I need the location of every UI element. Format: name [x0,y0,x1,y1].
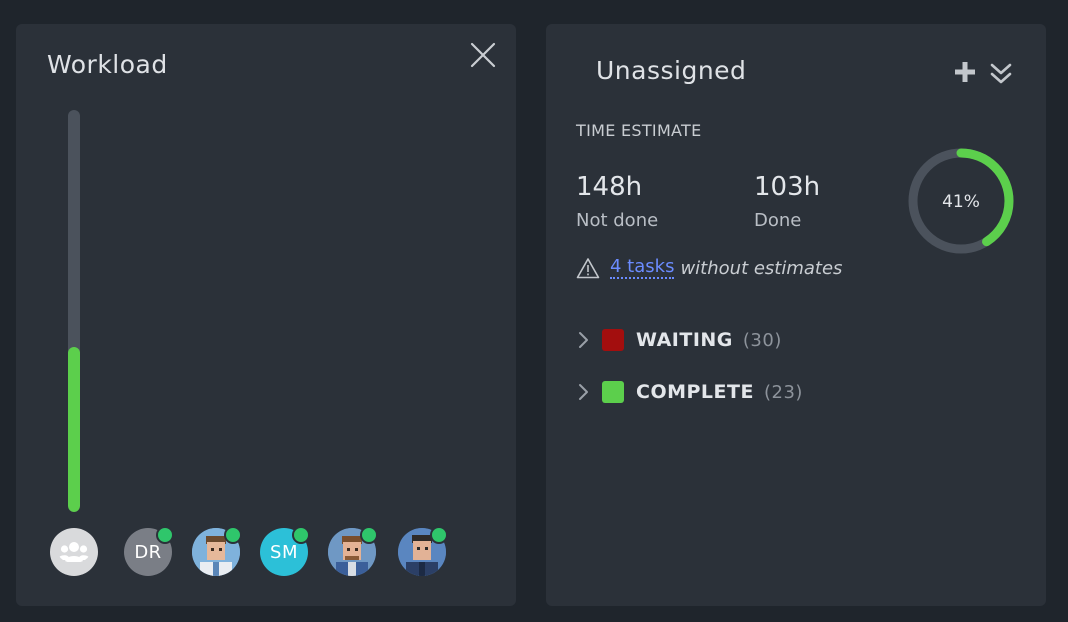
online-indicator [156,526,174,544]
workload-bar [68,110,80,512]
progress-percent-label: 41% [942,192,980,212]
online-indicator [224,526,242,544]
chevron-right-icon [579,332,588,348]
warning-suffix: without estimates [680,257,843,279]
not-done-label: Not done [576,210,659,231]
status-name: COMPLETE [636,381,754,403]
avatar-initials: SM [270,541,298,563]
user-avatar-photo[interactable] [328,526,378,576]
status-count: (23) [763,381,803,403]
done-label: Done [754,210,802,231]
online-indicator [360,526,378,544]
avatar-initials: DR [134,541,162,563]
user-avatar-photo[interactable] [192,526,242,576]
status-count: (30) [742,329,782,351]
not-done-value: 148h [576,172,643,202]
chevron-right-icon [579,384,588,400]
close-icon [470,42,496,68]
unassigned-title: Unassigned [596,56,747,85]
status-name: WAITING [636,329,733,351]
double-chevron-down-icon [990,63,1012,84]
add-button[interactable] [953,60,977,84]
status-group-complete[interactable]: COMPLETE (23) [576,379,803,405]
user-avatar-sm[interactable]: SM [260,526,310,576]
user-avatar-photo[interactable] [398,526,448,576]
progress-donut: 41% [908,148,1014,254]
tasks-without-estimates-link[interactable]: 4 tasks [610,257,675,279]
online-indicator [292,526,310,544]
team-avatar[interactable] [50,528,98,576]
time-estimate-label: TIME ESTIMATE [576,121,702,140]
done-value: 103h [754,172,821,202]
estimate-warning: 4 tasks without estimates [576,256,842,280]
status-group-waiting[interactable]: WAITING (30) [576,327,782,353]
collapse-button[interactable] [989,62,1013,86]
workload-title: Workload [47,50,168,79]
status-color-swatch [602,381,624,403]
status-color-swatch [602,329,624,351]
warning-icon [576,258,600,279]
user-avatar-dr[interactable]: DR [124,526,174,576]
online-indicator [430,526,448,544]
workload-panel: Workload DR SM [16,24,516,606]
group-icon [58,542,90,562]
close-button[interactable] [468,40,498,70]
workload-bar-fill [68,347,80,512]
plus-icon [955,62,975,82]
unassigned-panel: Unassigned TIME ESTIMATE 148h Not done 1… [546,24,1046,606]
